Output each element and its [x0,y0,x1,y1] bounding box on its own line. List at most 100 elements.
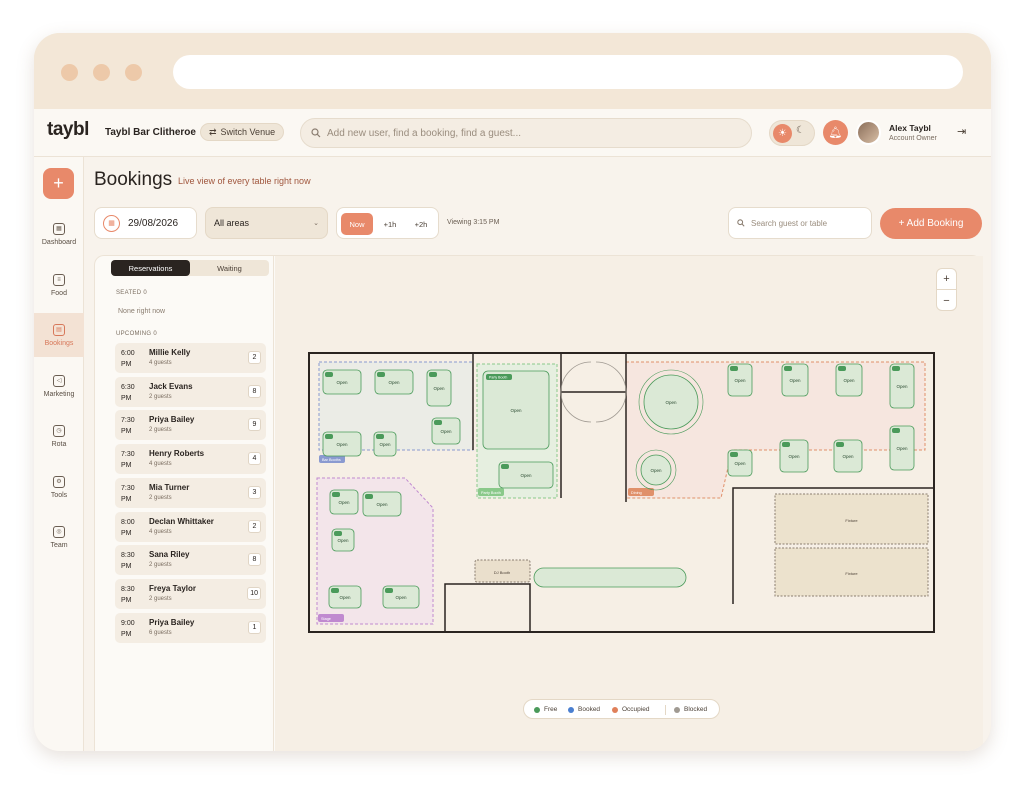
booking-time: 9:00 PM [121,618,141,640]
page-subtitle: Live view of every table right now [178,176,311,186]
table-number-tag [730,452,738,457]
booking-guest-name: Millie Kelly [149,348,191,357]
food-icon: ≡ [53,273,65,286]
table-number-tag [377,372,385,377]
top-header: taybl Taybl Bar Clitheroe ⇄ Switch Venue… [34,109,991,157]
tab-reservations[interactable]: Reservations [111,260,190,276]
table-status-label: Open [896,446,908,451]
booking-time: 6:00 PM [121,348,141,370]
booking-row[interactable]: 9:00 PM Priya Bailey 6 guests 1 [115,612,266,643]
legend-label: Free [544,706,558,713]
zoom-in-button[interactable]: + [937,269,956,290]
legend-divider [665,705,666,715]
sidebar-item-label: Bookings [44,339,74,347]
sidebar-item-marketing[interactable]: ◁ Marketing [34,364,84,408]
table-status-label: Open [734,461,746,466]
time-plus2h-button[interactable]: +2h [406,213,436,235]
booking-guest-name: Jack Evans [149,381,193,391]
guest-table-search-input[interactable]: Search guest or table [728,207,872,239]
add-booking-button[interactable]: + Add Booking [880,208,982,239]
booking-row[interactable]: 7:30 PM Henry Roberts 4 guests 4 [115,444,266,475]
booking-guest-name: Sana Riley [149,550,190,560]
booking-time: 7:30 PM [121,483,141,505]
floor-plan-canvas: Bar Booths Party Booth Dining Stage Open Open… [308,352,935,633]
booking-time-value: 8:30 [121,552,135,560]
booking-ampm: PM [121,563,132,571]
booking-table-badge: 10 [247,586,261,600]
search-icon [737,219,745,227]
user-avatar[interactable] [856,120,881,145]
table-status-label: Open [440,429,452,434]
window-minimize-dot[interactable] [93,64,110,81]
sidebar-item-bookings[interactable]: ▤ Bookings [34,313,84,357]
sidebar-item-tools[interactable]: ⚙ Tools [34,465,84,509]
sidebar-item-food[interactable]: ≡ Food [34,263,84,307]
booking-row[interactable]: 8:30 PM Freya Taylor 2 guests 10 [115,578,266,609]
booking-guest-count: 2 guests [149,595,172,602]
switch-venue-button[interactable]: ⇄ Switch Venue [200,123,285,141]
sun-icon[interactable]: ☀ [773,124,792,143]
guest-search-placeholder: Search guest or table [751,218,828,228]
table-number-tag [334,531,342,536]
booking-time: 6:30 PM [121,382,141,404]
door-arc [560,361,592,393]
booking-guest-count: 4 guests [149,528,172,535]
fixture-label: Fixture [845,571,858,576]
notifications-bell-icon[interactable]: 🔔︎ [823,120,848,145]
taybl-logo[interactable]: taybl [47,119,89,141]
booking-row[interactable]: 7:30 PM Priya Bailey 2 guests 9 [115,410,266,441]
time-plus1h-button[interactable]: +1h [375,213,405,235]
sidebar-item-label: Food [51,289,67,297]
zoom-out-button[interactable]: − [937,290,956,311]
table-status-label: Open [665,400,677,405]
switch-venue-label: Switch Venue [220,127,276,137]
booking-guest-name: Henry Roberts [149,449,205,459]
dj-booth-label: DJ Booth [494,570,510,575]
theme-toggle[interactable]: ☀ ☾ [769,120,815,146]
zone-label: Party Booth [481,491,501,495]
venue-name: Taybl Bar Clitheroe [105,127,196,138]
quick-add-button[interactable]: + [43,168,74,199]
booking-guest-count: 2 guests [149,427,172,434]
booking-row[interactable]: 6:30 PM Jack Evans 2 guests 8 [115,376,266,407]
booking-time-value: 9:00 [121,619,135,627]
booking-table-badge: 2 [248,351,261,364]
table-status-label: Open [842,454,854,459]
date-picker[interactable]: ▦ 29/08/2026 [94,207,197,239]
page-title: Bookings [94,169,173,190]
booking-ampm: PM [121,596,132,604]
booking-row[interactable]: 8:30 PM Sana Riley 2 guests 8 [115,545,266,576]
window-close-dot[interactable] [61,64,78,81]
bookings-panel: Reservations Waiting SEATED 0 None right… [94,255,983,751]
booking-guest-name: Mia Turner [149,482,190,492]
booking-time-value: 6:30 [121,383,135,391]
switch-venue-icon: ⇄ [209,126,217,137]
sidebar-item-team[interactable]: ◎ Team [34,515,84,559]
bookings-icon: ▤ [53,323,65,336]
booking-table-badge: 1 [248,620,261,634]
sidebar-item-rota[interactable]: ◷ Rota [34,414,84,458]
sidebar-item-dashboard[interactable]: ▦ Dashboard [34,212,84,256]
area-select[interactable]: All areas ⌄ [205,207,328,239]
logout-icon[interactable]: ⇥ [957,125,966,138]
sidebar: + ▦ Dashboard ≡ Food ▤ Bookings ◁ Market… [34,157,84,751]
global-search-input[interactable]: Add new user, find a booking, find a gue… [300,118,752,148]
window-maximize-dot[interactable] [125,64,142,81]
booking-table-badge: 3 [248,485,261,499]
booking-time: 8:30 PM [121,584,141,606]
booking-row[interactable]: 7:30 PM Mia Turner 2 guests 3 [115,477,266,508]
booking-ampm: PM [121,495,132,503]
moon-icon[interactable]: ☾ [796,125,805,136]
booking-row[interactable]: 8:00 PM Declan Whittaker 4 guests 2 [115,511,266,542]
table-number-tag [331,588,339,593]
seated-header: SEATED 0 [116,290,147,296]
zone-label: Bar Booths [322,458,341,462]
booking-time: 7:30 PM [121,415,141,437]
sidebar-item-label: Rota [51,440,67,448]
booking-row[interactable]: 6:00 PM Millie Kelly 4 guests 2 [115,343,266,373]
url-bar[interactable] [173,55,963,89]
time-now-button[interactable]: Now [341,213,373,235]
bar-counter[interactable] [533,567,687,588]
booking-ampm: PM [121,361,132,368]
tab-waiting[interactable]: Waiting [190,260,269,276]
